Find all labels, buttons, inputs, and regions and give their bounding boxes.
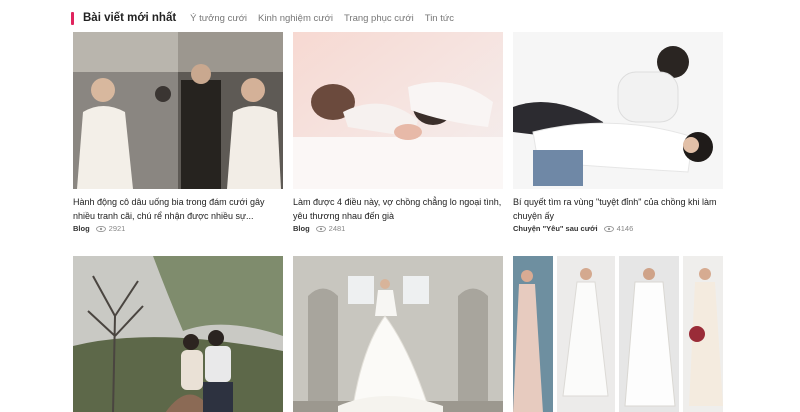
- article-title[interactable]: Hành động cô dâu uống bia trong đám cưới…: [73, 195, 283, 223]
- article-thumbnail[interactable]: [293, 32, 503, 189]
- section-accent-bar: [71, 11, 74, 25]
- section-header: Bài viết mới nhất Ý tưởng cưới Kinh nghi…: [71, 10, 465, 26]
- article-meta: Blog 2481: [293, 224, 345, 233]
- tab-trang-phuc-cuoi[interactable]: Trang phục cưới: [344, 13, 414, 24]
- article-thumbnail[interactable]: [513, 32, 723, 189]
- article-thumbnail[interactable]: [73, 32, 283, 189]
- article-meta: Blog 2921: [73, 224, 125, 233]
- article-meta: Chuyện "Yêu" sau cưới 4146: [513, 224, 633, 233]
- view-count: 2481: [328, 224, 346, 233]
- section-title: Bài viết mới nhất: [83, 12, 177, 24]
- tab-tin-tuc[interactable]: Tin tức: [425, 13, 454, 24]
- article-thumbnail[interactable]: [73, 256, 283, 412]
- article-title[interactable]: Bí quyết tìm ra vùng "tuyệt đỉnh" của ch…: [513, 195, 723, 223]
- article-category[interactable]: Blog: [73, 224, 90, 233]
- article-thumbnail[interactable]: [513, 256, 723, 412]
- view-count: 2921: [108, 224, 126, 233]
- eye-icon: [315, 225, 326, 232]
- article-category[interactable]: Blog: [293, 224, 310, 233]
- view-count: 4146: [616, 224, 634, 233]
- eye-icon: [603, 225, 614, 232]
- article-title[interactable]: Làm được 4 điều này, vợ chồng chẳng lo n…: [293, 195, 503, 223]
- eye-icon: [95, 225, 106, 232]
- tab-kinh-nghiem-cuoi[interactable]: Kinh nghiệm cưới: [258, 13, 333, 24]
- tab-y-tuong-cuoi[interactable]: Ý tưởng cưới: [190, 13, 247, 24]
- article-category[interactable]: Chuyện "Yêu" sau cưới: [513, 224, 598, 233]
- article-thumbnail[interactable]: [293, 256, 503, 412]
